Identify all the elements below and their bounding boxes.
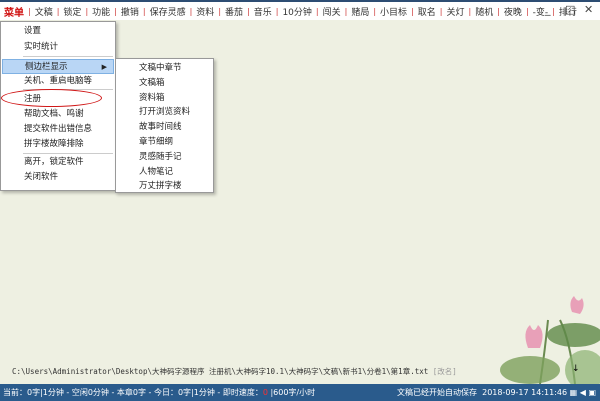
submenu-item[interactable]: 打开浏览资料: [117, 105, 212, 120]
menubar-item[interactable]: 10分钟: [282, 5, 311, 18]
highlight-ellipse: [1, 89, 102, 107]
menu-separator: |: [189, 6, 193, 16]
menu-separator: |: [275, 6, 279, 16]
menu-separator: |: [552, 6, 555, 16]
menu-divider: [23, 153, 113, 154]
file-path-text: C:\Users\Administrator\Desktop\大神码字源程序 注…: [12, 367, 429, 376]
menu-item-label: 帮助文档、鸣谢: [24, 109, 84, 119]
main-menu-item[interactable]: 实时统计: [2, 40, 114, 55]
file-path: C:\Users\Administrator\Desktop\大神码字源程序 注…: [12, 366, 457, 377]
maximize-button[interactable]: □: [565, 3, 575, 16]
submenu-item[interactable]: 文稿箱: [117, 76, 212, 91]
speed-value: 0: [262, 388, 268, 397]
menu-separator: |: [56, 6, 60, 16]
menubar-item[interactable]: 取名: [418, 5, 436, 18]
datetime: 2018-09-17 14:11:46: [482, 388, 568, 397]
menu-separator: |: [468, 6, 472, 16]
submenu-item[interactable]: 人物笔记: [117, 165, 212, 180]
speed-rate: |600字/小时: [270, 388, 316, 397]
menu-item-label: 提交软件出错信息: [24, 124, 93, 134]
menubar-item[interactable]: 文稿: [35, 5, 53, 18]
main-menu-item[interactable]: 拼字楼故障排除: [2, 137, 114, 152]
menu-separator: |: [247, 6, 250, 16]
menu-divider: [23, 56, 113, 57]
menu-item-label: 设置: [24, 26, 42, 36]
sidebar-submenu: 文稿中章节 文稿箱 资料箱 打开浏览资料 故事时间线 章节细纲 灵感随手记 人物笔记 万丈拼字楼: [115, 58, 214, 193]
menu-separator: |: [439, 6, 443, 16]
menubar-item[interactable]: 夜晚: [504, 5, 522, 18]
submenu-item[interactable]: 故事时间线: [117, 120, 212, 135]
submenu-item[interactable]: 灵感随手记: [117, 150, 212, 165]
menu-item-label: 关机、重启电脑等: [24, 76, 93, 86]
main-menu-item[interactable]: 提交软件出错信息: [2, 122, 114, 137]
status-bar: 当前：0字|1分钟 - 空闲0分钟 - 本章0字 - 今日：0字|1分钟 - 即…: [0, 384, 600, 401]
menu-item-label: 离开，锁定软件: [24, 157, 84, 167]
submenu-item[interactable]: 资料箱: [117, 91, 212, 106]
tray-icon[interactable]: ▣: [588, 388, 596, 397]
menubar-item[interactable]: 功能: [92, 5, 110, 18]
main-menu-item[interactable]: 离开，锁定软件: [2, 155, 114, 170]
main-menu-item[interactable]: 帮助文档、鸣谢: [2, 107, 114, 122]
menu-separator: |: [85, 6, 89, 16]
menu-separator: |: [315, 6, 319, 16]
menubar-item[interactable]: 闯关: [323, 5, 341, 18]
status-stats: 当前：0字|1分钟 - 空闲0分钟 - 本章0字 - 今日：0字|1分钟 - 即…: [3, 388, 263, 397]
menu-separator: |: [344, 6, 348, 16]
menu-separator: |: [411, 6, 414, 16]
menu-separator: |: [497, 6, 500, 16]
menubar-item[interactable]: 音乐: [254, 5, 272, 18]
autosave-status: 文稿已经开始自动保存: [397, 388, 478, 397]
menubar-item[interactable]: 菜单: [4, 4, 24, 19]
menubar-item[interactable]: 小目标: [380, 5, 407, 18]
menu-separator: |: [114, 6, 117, 16]
menu-item-label: 关闭软件: [24, 172, 59, 182]
menubar-item[interactable]: 资料: [196, 5, 214, 18]
menu-separator: |: [525, 6, 529, 16]
menu-separator: |: [142, 6, 146, 16]
scroll-down-icon[interactable]: ↓: [572, 364, 580, 374]
menubar-item[interactable]: 保存灵感: [150, 5, 186, 18]
main-menu-item[interactable]: 侧边栏显示 ▶: [2, 59, 114, 74]
rename-link[interactable]: [改名]: [433, 367, 457, 376]
minimize-button[interactable]: _: [545, 3, 551, 16]
menubar-item[interactable]: 随机: [475, 5, 493, 18]
submenu-item[interactable]: 万丈拼字楼: [117, 179, 212, 194]
menu-item-label: 实时统计: [24, 42, 59, 52]
menu-separator: |: [28, 6, 31, 16]
keyboard-icon[interactable]: ▦: [570, 388, 578, 397]
menu-bar: 菜单 | 文稿 | 锁定 | 功能 | 撤销 | 保存灵感 | 资料 | 番茄 | 音乐 | 10分钟 | 闯关 | 赌局 |…: [0, 0, 600, 20]
menubar-item[interactable]: 关灯: [446, 5, 464, 18]
menu-item-label: 拼字楼故障排除: [24, 139, 84, 149]
menu-separator: |: [218, 6, 222, 16]
submenu-item[interactable]: 章节细纲: [117, 135, 212, 150]
main-menu-item[interactable]: 关机、重启电脑等: [2, 74, 114, 89]
menubar-item[interactable]: 番茄: [225, 5, 243, 18]
submenu-arrow-icon: ▶: [101, 63, 107, 71]
close-button[interactable]: ✕: [584, 3, 593, 16]
sound-icon[interactable]: ◀: [580, 388, 586, 397]
menubar-item[interactable]: 赌局: [351, 5, 369, 18]
menu-item-label: 侧边栏显示: [25, 62, 68, 72]
main-menu-item[interactable]: 设置: [2, 24, 114, 39]
menu-separator: |: [373, 6, 377, 16]
submenu-item[interactable]: 文稿中章节: [117, 61, 212, 76]
main-menu-item[interactable]: 关闭软件: [2, 170, 114, 185]
menubar-item[interactable]: 锁定: [63, 5, 81, 18]
menubar-item[interactable]: 撤销: [121, 5, 139, 18]
